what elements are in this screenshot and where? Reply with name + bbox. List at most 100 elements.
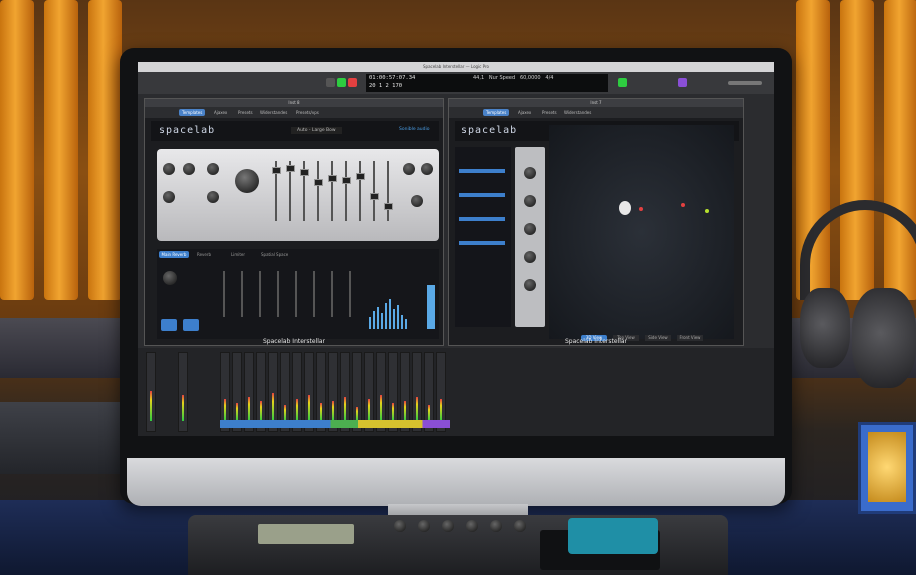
knob[interactable] bbox=[524, 251, 536, 263]
size-knob[interactable] bbox=[235, 169, 259, 193]
fader-cap[interactable] bbox=[370, 193, 379, 200]
cycle-button[interactable] bbox=[618, 78, 627, 87]
left-plugin-caption: Spacelab Interstellar bbox=[262, 338, 326, 345]
fader[interactable] bbox=[345, 161, 347, 221]
fader-cap[interactable] bbox=[272, 167, 281, 174]
record-button[interactable] bbox=[348, 78, 357, 87]
source-dot[interactable] bbox=[705, 209, 709, 213]
play-button[interactable] bbox=[337, 78, 346, 87]
source-slider[interactable] bbox=[459, 193, 505, 197]
tab-templates[interactable]: Templates bbox=[179, 109, 206, 116]
preset-selector[interactable]: Auto - Large Bow bbox=[291, 127, 342, 134]
acoustic-foam bbox=[88, 0, 122, 300]
tab-limiter[interactable]: Limiter bbox=[231, 251, 245, 258]
eq-fader[interactable] bbox=[331, 271, 333, 317]
tab-templates[interactable]: Templates bbox=[483, 109, 510, 116]
monitor-chin bbox=[127, 458, 785, 506]
window-titlebar: Spacelab Interstellar — Logic Pro bbox=[138, 62, 774, 72]
eq-fader[interactable] bbox=[349, 271, 351, 317]
level-meter bbox=[416, 397, 418, 421]
right-plugin-caption: Spacelab Interstellar bbox=[564, 338, 628, 345]
channel-strip[interactable] bbox=[178, 352, 188, 432]
fader-cap[interactable] bbox=[342, 177, 351, 184]
level-meter bbox=[296, 399, 298, 421]
fader[interactable] bbox=[317, 161, 319, 221]
acoustic-foam bbox=[44, 0, 78, 300]
eq-fader[interactable] bbox=[223, 271, 225, 317]
left-plugin-window: Inst 8 Templates Ajaxex Presets Widersta… bbox=[144, 98, 444, 346]
fader[interactable] bbox=[359, 161, 361, 221]
3d-room-view[interactable] bbox=[549, 125, 734, 339]
eq-fader[interactable] bbox=[241, 271, 243, 317]
source-slider[interactable] bbox=[459, 169, 505, 173]
tab-spatial-space[interactable]: Spatial Space bbox=[261, 251, 288, 258]
spectrum-bar bbox=[389, 299, 391, 329]
knob[interactable] bbox=[183, 163, 195, 175]
eq-fader[interactable] bbox=[259, 271, 261, 317]
rewind-button[interactable] bbox=[326, 78, 335, 87]
fader-cap[interactable] bbox=[286, 165, 295, 172]
brand-link[interactable]: Sonible audio bbox=[399, 127, 430, 132]
tab-reverb[interactable]: Reverb bbox=[197, 251, 211, 258]
dry-wet-knob[interactable] bbox=[163, 271, 177, 285]
knob[interactable] bbox=[163, 191, 175, 203]
plugin-tabs: Templates Ajaxex Presets Widerstandes Pr… bbox=[145, 107, 443, 118]
knob[interactable] bbox=[207, 191, 219, 203]
blue-button[interactable] bbox=[183, 319, 199, 331]
knob[interactable] bbox=[411, 195, 423, 207]
tab-ajaxex[interactable]: Ajaxex bbox=[515, 109, 534, 116]
knob[interactable] bbox=[421, 163, 433, 175]
source-dot[interactable] bbox=[639, 207, 643, 211]
knob-column bbox=[515, 147, 545, 327]
tab-main-reverb[interactable]: Main Reverb bbox=[159, 251, 189, 258]
channel-strip[interactable] bbox=[146, 352, 156, 432]
daw-screen: Spacelab Interstellar — Logic Pro 01:00:… bbox=[138, 62, 774, 436]
knob[interactable] bbox=[524, 195, 536, 207]
eq-fader[interactable] bbox=[313, 271, 315, 317]
fader-cap[interactable] bbox=[356, 173, 365, 180]
level-meter bbox=[356, 407, 358, 421]
source-dot[interactable] bbox=[681, 203, 685, 207]
knob bbox=[442, 520, 454, 532]
level-meter bbox=[428, 405, 430, 421]
tab-presets[interactable]: Presets bbox=[235, 109, 256, 116]
headphone-cup bbox=[800, 288, 850, 368]
tab-presets-vps[interactable]: Presets/vps bbox=[293, 109, 322, 116]
tab-widerstandes[interactable]: Widerstandes bbox=[561, 109, 594, 116]
right-plugin-window: Inst 7 Templates Ajaxex Presets Widersta… bbox=[448, 98, 744, 346]
level-meter bbox=[284, 405, 286, 421]
eq-fader[interactable] bbox=[295, 271, 297, 317]
knob[interactable] bbox=[207, 163, 219, 175]
knob[interactable] bbox=[524, 279, 536, 291]
master-volume-slider[interactable] bbox=[728, 81, 762, 85]
knob[interactable] bbox=[524, 167, 536, 179]
level-meter bbox=[440, 399, 442, 421]
spectrum-display bbox=[367, 289, 419, 329]
fader-cap[interactable] bbox=[314, 179, 323, 186]
fader[interactable] bbox=[387, 161, 389, 221]
channel-color-strip bbox=[220, 420, 450, 428]
blue-button[interactable] bbox=[161, 319, 177, 331]
source-slider[interactable] bbox=[459, 217, 505, 221]
tab-ajaxex[interactable]: Ajaxex bbox=[211, 109, 230, 116]
knob bbox=[514, 520, 526, 532]
fader-cap[interactable] bbox=[384, 203, 393, 210]
spectrum-bar bbox=[405, 319, 407, 329]
fader[interactable] bbox=[373, 161, 375, 221]
source-slider[interactable] bbox=[459, 241, 505, 245]
knob[interactable] bbox=[163, 163, 175, 175]
fader-cap[interactable] bbox=[328, 175, 337, 182]
spacelab-logo: spacelab bbox=[461, 125, 518, 136]
eq-fader[interactable] bbox=[277, 271, 279, 317]
tab-widerstandes[interactable]: Widerstandes bbox=[257, 109, 290, 116]
position-display: 01:00:57:07.34 20 1 2 170 bbox=[366, 74, 470, 92]
acoustic-foam bbox=[0, 0, 34, 300]
knob[interactable] bbox=[524, 223, 536, 235]
tab-presets[interactable]: Presets bbox=[539, 109, 560, 116]
level-meter bbox=[427, 285, 435, 329]
level-meter bbox=[260, 401, 262, 421]
fader[interactable] bbox=[331, 161, 333, 221]
tuner-button[interactable] bbox=[678, 78, 687, 87]
knob[interactable] bbox=[403, 163, 415, 175]
fader-cap[interactable] bbox=[300, 169, 309, 176]
